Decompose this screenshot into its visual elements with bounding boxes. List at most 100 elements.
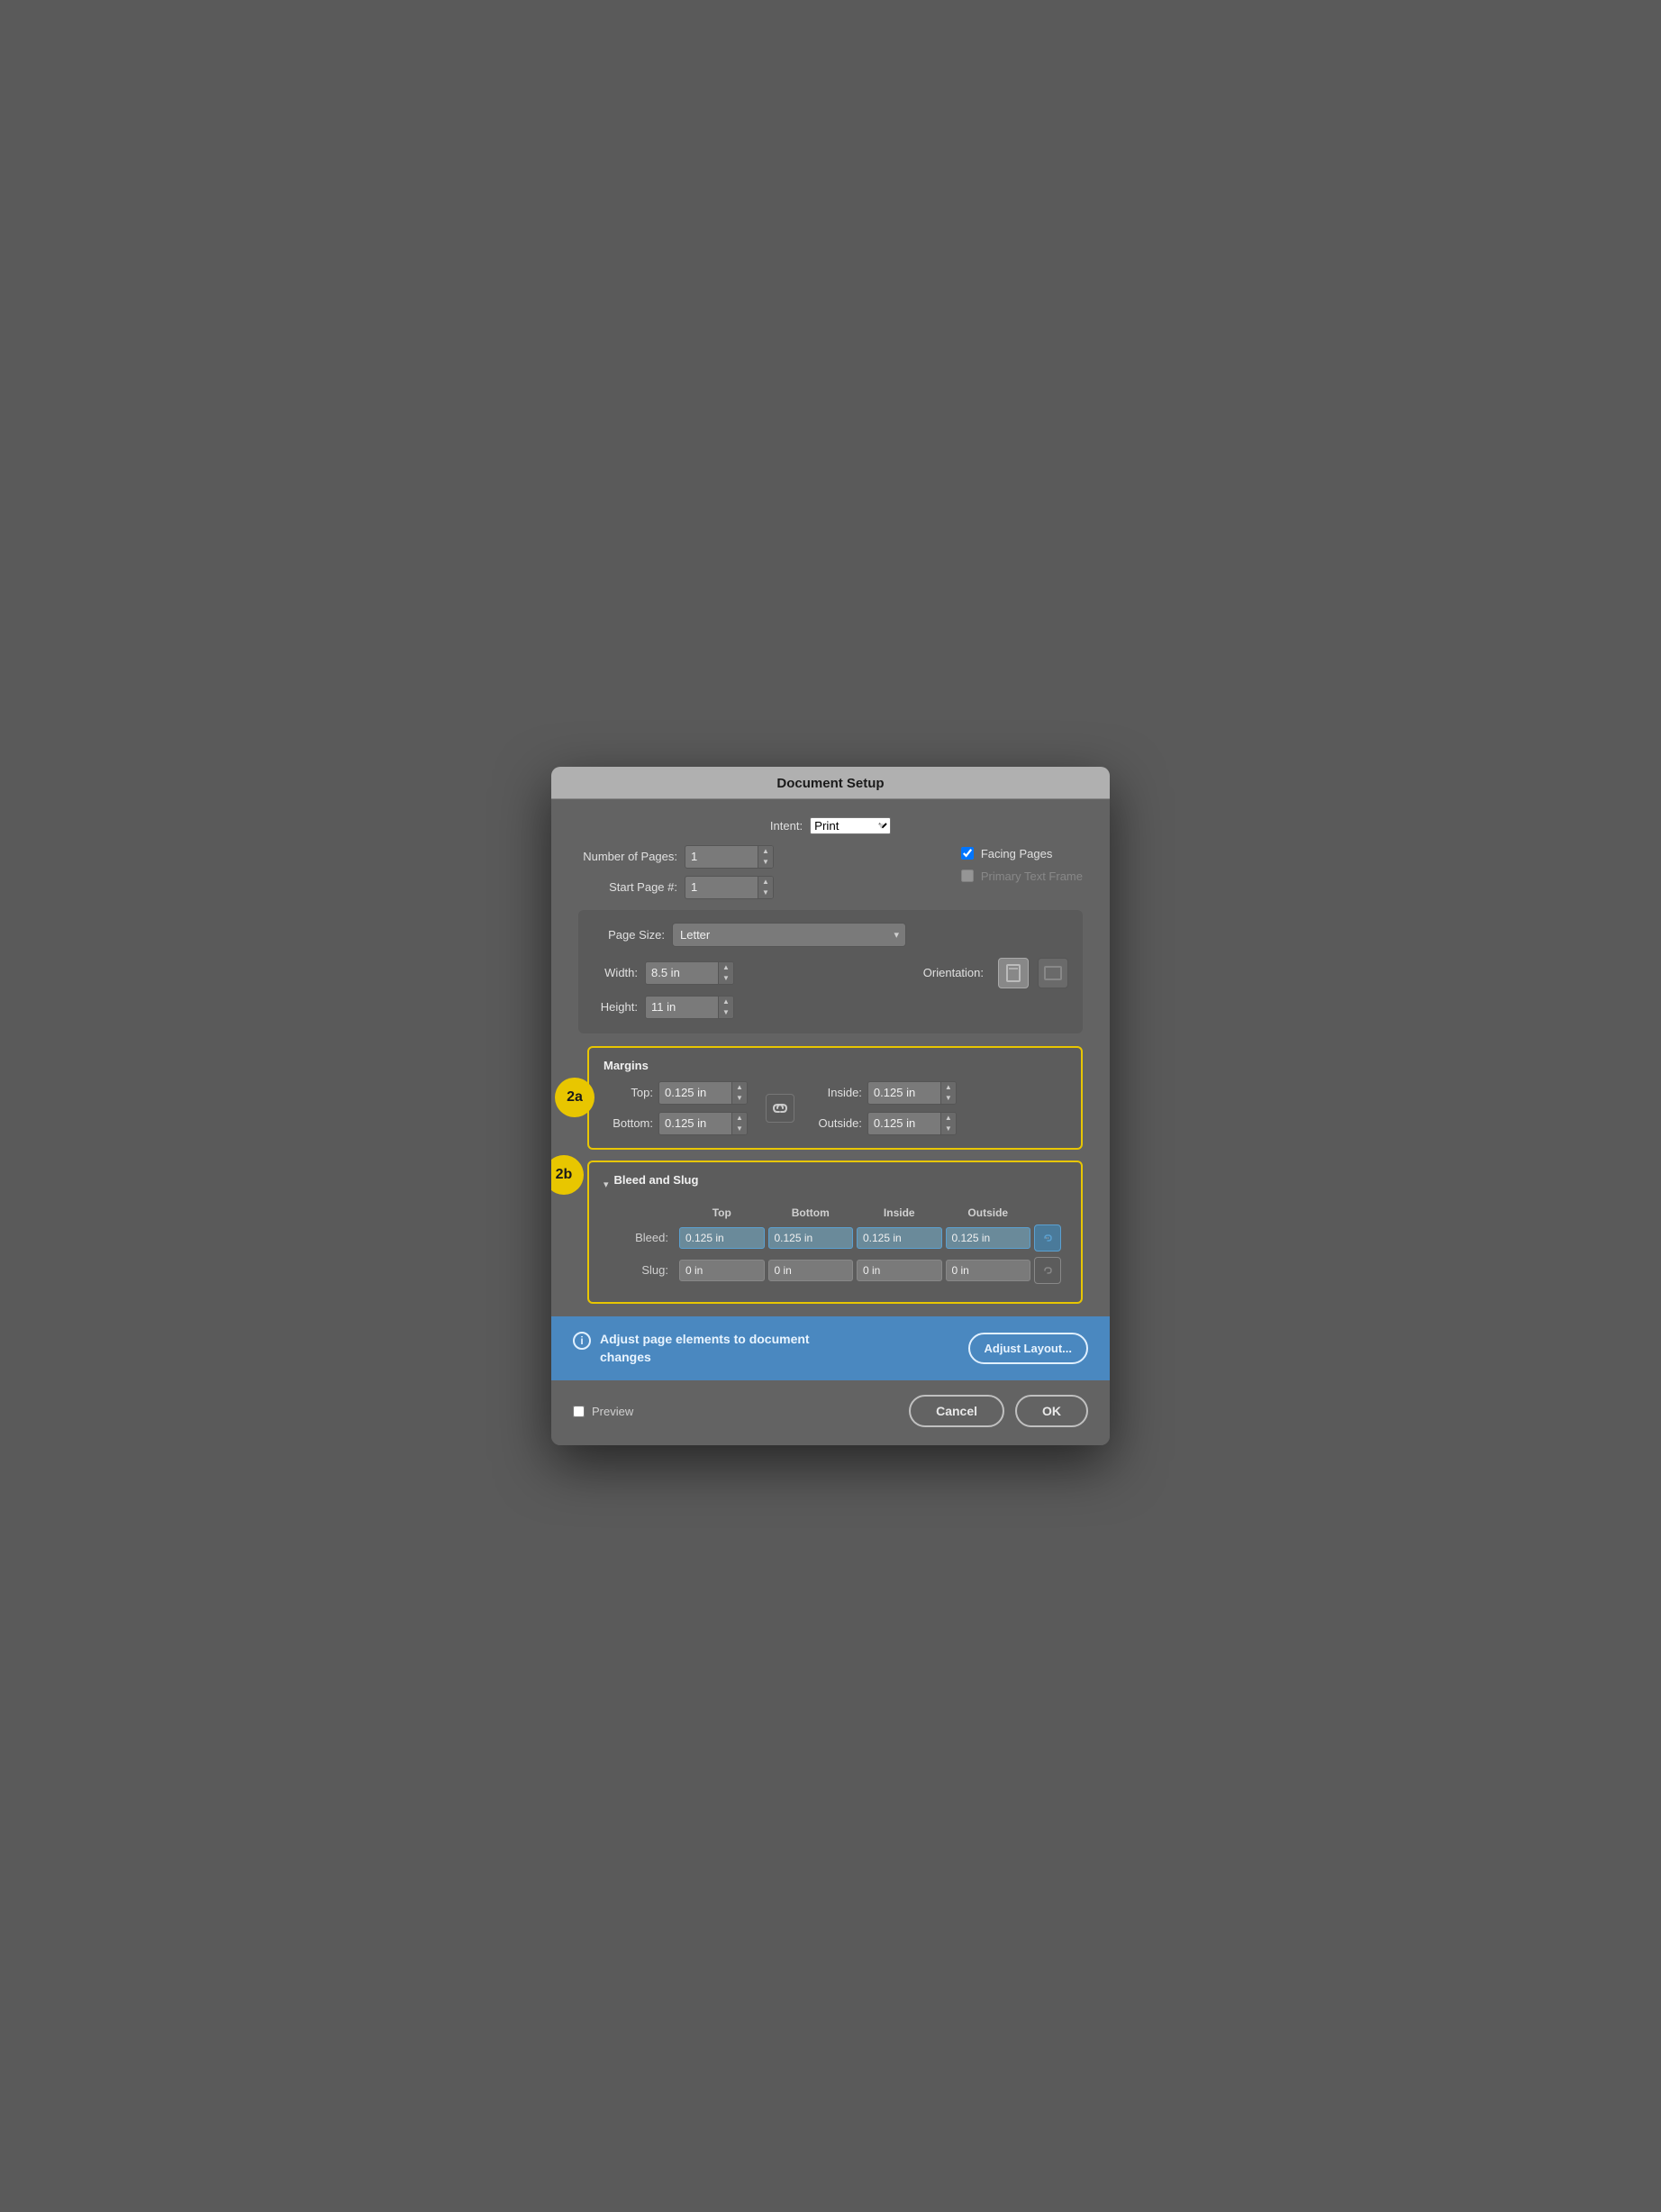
inside-margin-down[interactable]: ▼: [941, 1093, 956, 1104]
inside-margin-up[interactable]: ▲: [941, 1082, 956, 1093]
bleed-row: Bleed: 0.125 in 0.125 in 0.125 in 0.125 …: [604, 1224, 1066, 1252]
ok-button[interactable]: OK: [1015, 1395, 1088, 1427]
height-spinners: ▲ ▼: [718, 997, 733, 1018]
width-spinners: ▲ ▼: [718, 962, 733, 984]
bleed-col-inside: Inside: [857, 1206, 942, 1219]
bottom-margin-input[interactable]: 0.125 in: [659, 1113, 731, 1133]
top-margin-down[interactable]: ▼: [732, 1093, 747, 1104]
cancel-button[interactable]: Cancel: [909, 1395, 1004, 1427]
facing-pages-label[interactable]: Facing Pages: [981, 847, 1053, 860]
inside-margin-label: Inside:: [812, 1086, 862, 1099]
outside-margin-up[interactable]: ▲: [941, 1113, 956, 1124]
preview-checkbox[interactable]: [573, 1406, 585, 1417]
bottom-margin-up[interactable]: ▲: [732, 1113, 747, 1124]
start-page-down[interactable]: ▼: [758, 888, 773, 898]
bleed-inside-input[interactable]: 0.125 in: [857, 1227, 942, 1249]
slug-top-input[interactable]: 0 in: [679, 1260, 765, 1281]
height-up[interactable]: ▲: [719, 997, 733, 1007]
page-size-row: Page Size: Letter Legal Tabloid A4 A3 Cu…: [593, 923, 1068, 947]
landscape-icon: [1044, 966, 1062, 980]
preview-row: Preview: [573, 1405, 633, 1418]
bottom-margin-down[interactable]: ▼: [732, 1124, 747, 1134]
footer: Preview Cancel OK: [551, 1380, 1110, 1445]
intent-select-wrapper[interactable]: Print Web Mobile ▾: [810, 817, 891, 834]
intent-select[interactable]: Print Web Mobile: [810, 817, 891, 834]
facing-pages-checkbox[interactable]: [961, 847, 974, 860]
slug-label: Slug:: [604, 1263, 676, 1277]
start-page-input-wrapper[interactable]: 1 ▲ ▼: [685, 876, 774, 899]
height-down[interactable]: ▼: [719, 1007, 733, 1018]
bottom-margin-input-wrapper[interactable]: 0.125 in ▲ ▼: [658, 1112, 748, 1135]
bleed-slug-title: Bleed and Slug: [614, 1173, 699, 1187]
link-chain-icon: [772, 1100, 788, 1116]
margins-link-button[interactable]: [766, 1094, 794, 1123]
width-down[interactable]: ▼: [719, 973, 733, 984]
margins-title: Margins: [604, 1059, 1066, 1072]
width-field: Width: 8.5 in ▲ ▼: [593, 961, 734, 985]
height-input-wrapper[interactable]: 11 in ▲ ▼: [645, 996, 734, 1019]
bleed-outside-input[interactable]: 0.125 in: [946, 1227, 1031, 1249]
inside-margin-input[interactable]: 0.125 in: [868, 1082, 940, 1103]
left-fields: Number of Pages: 1 ▲ ▼ Start Page #: 1: [578, 845, 774, 899]
outside-margin-down[interactable]: ▼: [941, 1124, 956, 1134]
bleed-section: 2b ▾ Bleed and Slug Top Bottom Inside Ou…: [587, 1161, 1083, 1304]
sections-wrapper: 2a Margins Top: 0.125 in ▲ ▼: [578, 1046, 1083, 1304]
bleed-col-outside: Outside: [946, 1206, 1031, 1219]
bleed-table-header: Top Bottom Inside Outside: [604, 1206, 1066, 1219]
number-of-pages-input-wrapper[interactable]: 1 ▲ ▼: [685, 845, 774, 869]
top-margin-up[interactable]: ▲: [732, 1082, 747, 1093]
width-up[interactable]: ▲: [719, 962, 733, 973]
width-input-wrapper[interactable]: 8.5 in ▲ ▼: [645, 961, 734, 985]
primary-text-frame-checkbox[interactable]: [961, 869, 974, 882]
badge-2a: 2a: [555, 1078, 595, 1117]
top-margin-input[interactable]: 0.125 in: [659, 1082, 731, 1103]
slug-row: Slug: 0 in 0 in 0 in 0 in: [604, 1257, 1066, 1284]
orientation-label: Orientation:: [923, 966, 984, 979]
landscape-orientation-button[interactable]: [1038, 958, 1068, 988]
width-label: Width:: [593, 966, 638, 979]
bleed-chain-button[interactable]: [1034, 1224, 1061, 1252]
outside-margin-input[interactable]: 0.125 in: [868, 1113, 940, 1133]
document-setup-dialog: Document Setup Intent: Print Web Mobile …: [551, 767, 1110, 1445]
top-margin-row: Top: 0.125 in ▲ ▼: [604, 1081, 748, 1105]
width-input[interactable]: 8.5 in: [646, 962, 718, 983]
adjust-layout-button[interactable]: Adjust Layout...: [968, 1333, 1089, 1364]
info-icon: i: [573, 1332, 591, 1350]
bleed-chain-icon: [1041, 1232, 1054, 1244]
intent-label: Intent:: [770, 819, 803, 833]
bleed-bottom-input[interactable]: 0.125 in: [768, 1227, 854, 1249]
adjust-bar: i Adjust page elements to document chang…: [551, 1316, 1110, 1380]
slug-inside-input[interactable]: 0 in: [857, 1260, 942, 1281]
orientation-section: Orientation:: [923, 958, 1068, 988]
slug-outside-input[interactable]: 0 in: [946, 1260, 1031, 1281]
outside-margin-input-wrapper[interactable]: 0.125 in ▲ ▼: [867, 1112, 957, 1135]
page-size-select[interactable]: Letter Legal Tabloid A4 A3 Custom: [672, 923, 906, 947]
bleed-label: Bleed:: [604, 1231, 676, 1244]
primary-text-frame-row: Primary Text Frame: [961, 869, 1083, 883]
inside-margin-spinners: ▲ ▼: [940, 1082, 956, 1104]
outside-margin-row: Outside: 0.125 in ▲ ▼: [812, 1112, 957, 1135]
start-page-input[interactable]: 1: [685, 877, 758, 897]
outside-margin-spinners: ▲ ▼: [940, 1113, 956, 1134]
page-size-select-wrapper[interactable]: Letter Legal Tabloid A4 A3 Custom ▾: [672, 923, 906, 947]
portrait-orientation-button[interactable]: [998, 958, 1029, 988]
title-bar: Document Setup: [551, 767, 1110, 799]
bleed-top-input[interactable]: 0.125 in: [679, 1227, 765, 1249]
number-of-pages-up[interactable]: ▲: [758, 846, 773, 857]
slug-chain-button[interactable]: [1034, 1257, 1061, 1284]
height-field: Height: 11 in ▲ ▼: [593, 996, 734, 1019]
inside-margin-input-wrapper[interactable]: 0.125 in ▲ ▼: [867, 1081, 957, 1105]
bleed-collapse-arrow-icon[interactable]: ▾: [604, 1179, 609, 1190]
number-of-pages-input[interactable]: 1: [685, 846, 758, 867]
number-of-pages-down[interactable]: ▼: [758, 857, 773, 868]
portrait-icon: [1006, 964, 1021, 982]
adjust-text-line1: Adjust page elements to document: [600, 1332, 810, 1346]
top-margin-input-wrapper[interactable]: 0.125 in ▲ ▼: [658, 1081, 748, 1105]
preview-label[interactable]: Preview: [592, 1405, 633, 1418]
height-input[interactable]: 11 in: [646, 997, 718, 1017]
start-page-row: Start Page #: 1 ▲ ▼: [578, 876, 774, 899]
intent-row: Intent: Print Web Mobile ▾: [578, 817, 1083, 834]
start-page-up[interactable]: ▲: [758, 877, 773, 888]
slug-bottom-input[interactable]: 0 in: [768, 1260, 854, 1281]
adjust-text-line2: changes: [600, 1350, 651, 1364]
